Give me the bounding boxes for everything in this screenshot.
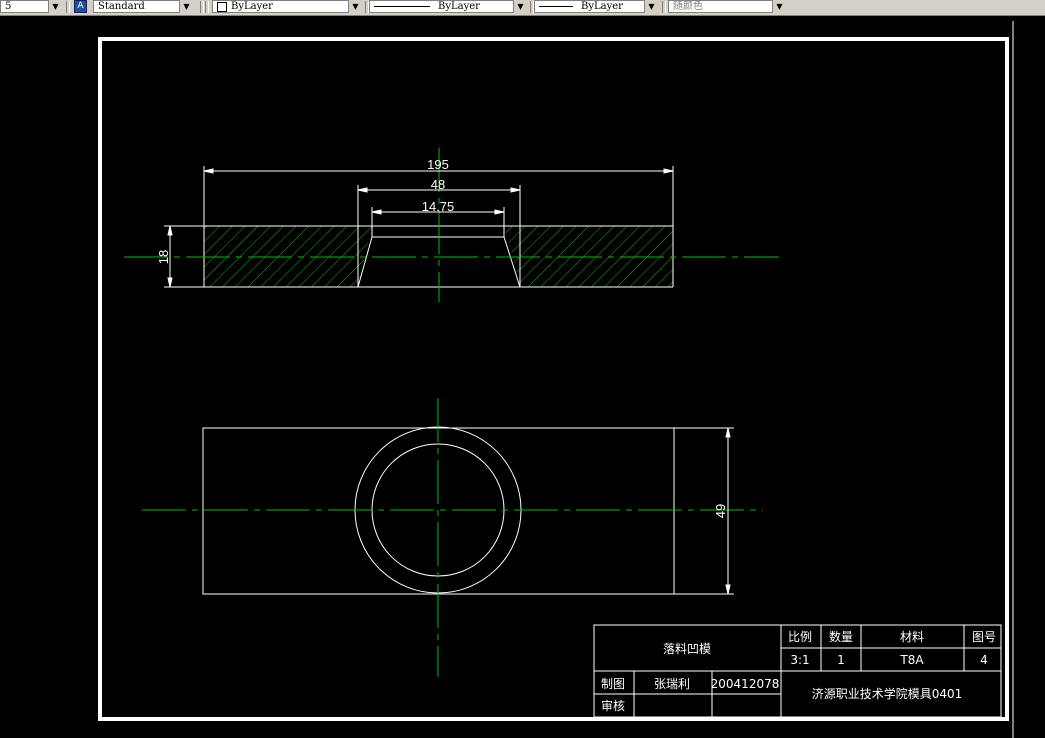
dim-text-hole-width: 14.75 [422,199,455,214]
lineweight-control-combo[interactable]: ByLayer [534,0,658,13]
dim-arrow [371,209,382,215]
text-style-chevron-down-icon[interactable]: ▼ [179,0,193,13]
text-style-combo[interactable]: Standard [93,0,193,13]
color-control-chevron-down-icon[interactable]: ▼ [348,0,362,13]
layer-combo-chevron-down-icon[interactable]: ▼ [48,0,62,13]
plan-view [142,398,763,677]
plotstyle-control-chevron-down-icon[interactable]: ▼ [772,0,786,13]
color-control-value: ByLayer [231,1,273,12]
plotstyle-control-value: 随颜色 [673,1,703,12]
dim-text-counterbore-width: 48 [431,177,445,192]
dim-arrow [203,168,214,174]
linetype-control-chevron-down-icon[interactable]: ▼ [513,0,527,13]
quantity-value: 1 [837,653,845,667]
text-style-value: Standard [98,1,145,12]
drawing-no-label: 图号 [972,630,996,644]
dim-arrow [357,187,368,193]
lineweight-control-chevron-down-icon[interactable]: ▼ [644,0,658,13]
dim-arrow [167,225,173,236]
material-label: 材料 [900,630,924,644]
toolbar-separator [66,1,70,13]
dim-arrow [725,584,731,595]
linetype-control-value: ByLayer [438,1,480,12]
drawing-frame [98,37,1009,721]
toolbar-separator [200,1,204,13]
scale-label: 比例 [788,630,812,644]
toolbar-separator [662,1,666,13]
plotstyle-control-combo[interactable]: 随颜色 [668,0,786,13]
dim-arrow [725,427,731,438]
dim-arrow [167,277,173,288]
institution-name: 济源职业技术学院模具0401 [812,686,963,701]
drawn-label: 制图 [601,677,625,691]
text-style-icon[interactable]: A [74,0,87,13]
color-control-combo[interactable]: ByLayer [212,0,362,13]
layer-combo-value: 5 [5,1,12,12]
dim-text-thickness: 18 [156,250,171,264]
linetype-sample-icon [374,6,430,7]
dim-arrow [494,209,505,215]
dim-text-overall-width: 195 [427,157,449,172]
material-value: T8A [899,653,924,667]
lineweight-sample-icon [539,6,573,7]
properties-toolbar: 5 ▼ A Standard ▼ ByLayer ▼ ByLayer ▼ ByL… [0,0,1045,16]
lineweight-control-value: ByLayer [581,1,623,12]
dim-arrow [663,168,674,174]
dim-arrow [510,187,521,193]
drawn-id: 200412078 [711,677,780,691]
part-name: 落料凹模 [663,642,711,656]
check-label: 审核 [601,698,625,713]
drawn-name: 张瑞利 [654,677,690,691]
toolbar-separator [205,1,209,13]
color-swatch-icon [217,1,227,12]
quantity-label: 数量 [829,629,853,644]
linetype-control-combo[interactable]: ByLayer [369,0,527,13]
drawing-no-value: 4 [980,653,988,667]
dim-text-plan-height: 49 [713,504,728,518]
scale-value: 3:1 [790,653,809,667]
drawing-canvas[interactable]: 195 48 14.75 18 49 落料凹模 比例 数量 材料 图号 3:1 … [0,15,1045,738]
